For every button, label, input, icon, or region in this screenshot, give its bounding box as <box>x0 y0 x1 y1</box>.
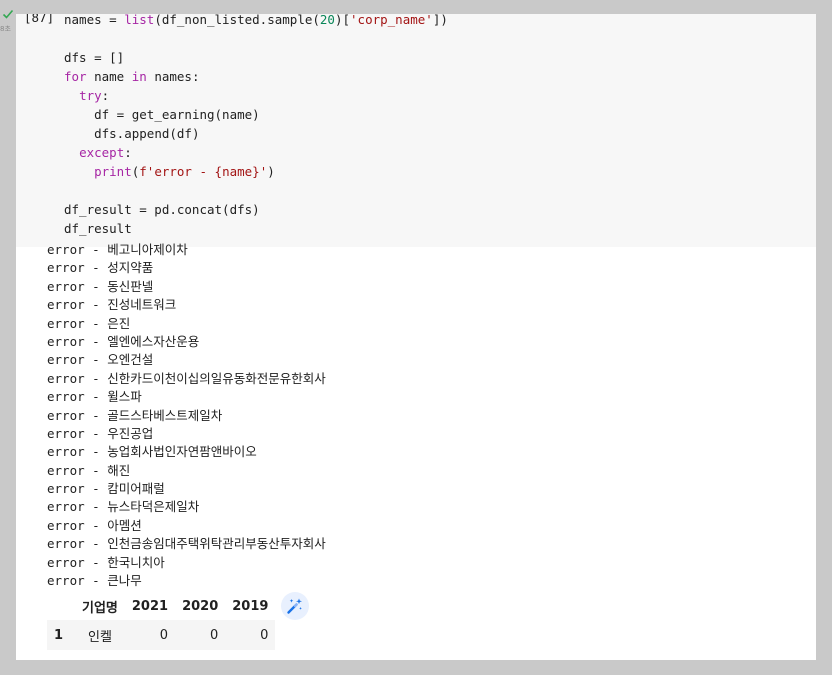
column-header: 기업명 <box>75 592 125 620</box>
output-line: error - 오엔건설 <box>47 352 154 368</box>
column-header: 2020 <box>175 592 226 620</box>
output-line: error - 인천금송임대주택위탁관리부동산투자회사 <box>47 536 326 552</box>
output-line: error - 베고니아제이차 <box>47 242 188 257</box>
output-line: error - 캄미어패럴 <box>47 481 165 497</box>
table-cell: 0 <box>124 620 176 650</box>
output-line: error - 한국니치아 <box>47 554 165 570</box>
output-line: error - 뉴스타덕은제일차 <box>47 499 200 515</box>
dataframe-output: 기업명 2021 2020 2019 1 인켈 0 0 0 <box>47 592 276 650</box>
output-line: error - 윌스파 <box>47 389 142 405</box>
row-index: 1 <box>47 620 75 650</box>
table-cell: 인켈 <box>75 620 125 650</box>
table-header-row: 기업명 2021 2020 2019 <box>47 592 276 620</box>
table-cell: 0 <box>225 620 276 650</box>
output-line: error - 진성네트워크 <box>47 297 177 313</box>
output-line: error - 동신판넬 <box>47 278 154 294</box>
output-line: error - 엘엔에스자산운용 <box>47 333 200 349</box>
check-icon <box>2 9 14 19</box>
output-line: error - 은진 <box>47 315 131 331</box>
dataframe-table: 기업명 2021 2020 2019 1 인켈 0 0 0 <box>47 592 276 650</box>
table-row: 1 인켈 0 0 0 <box>47 620 276 650</box>
column-header: 2021 <box>124 592 176 620</box>
output-line: error - 우진공업 <box>47 425 154 441</box>
output-line: error - 아멤션 <box>47 517 142 533</box>
cell-output: error - 베고니아제이차 error - 성지약품 error - 동신판넬 e… <box>47 241 326 590</box>
code-editor[interactable]: [87] names = list(df_non_listed.sample(2… <box>16 14 816 247</box>
column-header: 2019 <box>225 592 276 620</box>
output-line: error - 신한카드이천이십의일유동화전문유한회사 <box>47 370 326 386</box>
code-text[interactable]: names = list(df_non_listed.sample(20)['c… <box>64 14 448 238</box>
execution-time: 8초 <box>0 25 11 33</box>
output-line: error - 골드스타베스트제일차 <box>47 407 223 423</box>
execution-count: [87] <box>24 14 55 25</box>
output-line: error - 성지약품 <box>47 260 154 276</box>
magic-wand-icon <box>287 598 302 614</box>
table-cell: 0 <box>175 620 226 650</box>
index-header <box>47 592 75 620</box>
suggest-charts-button[interactable] <box>281 592 309 620</box>
output-line: error - 농업회사법인자연팜앤바이오 <box>47 444 257 460</box>
output-line: error - 큰나무 <box>47 573 142 589</box>
output-line: error - 해진 <box>47 462 131 478</box>
